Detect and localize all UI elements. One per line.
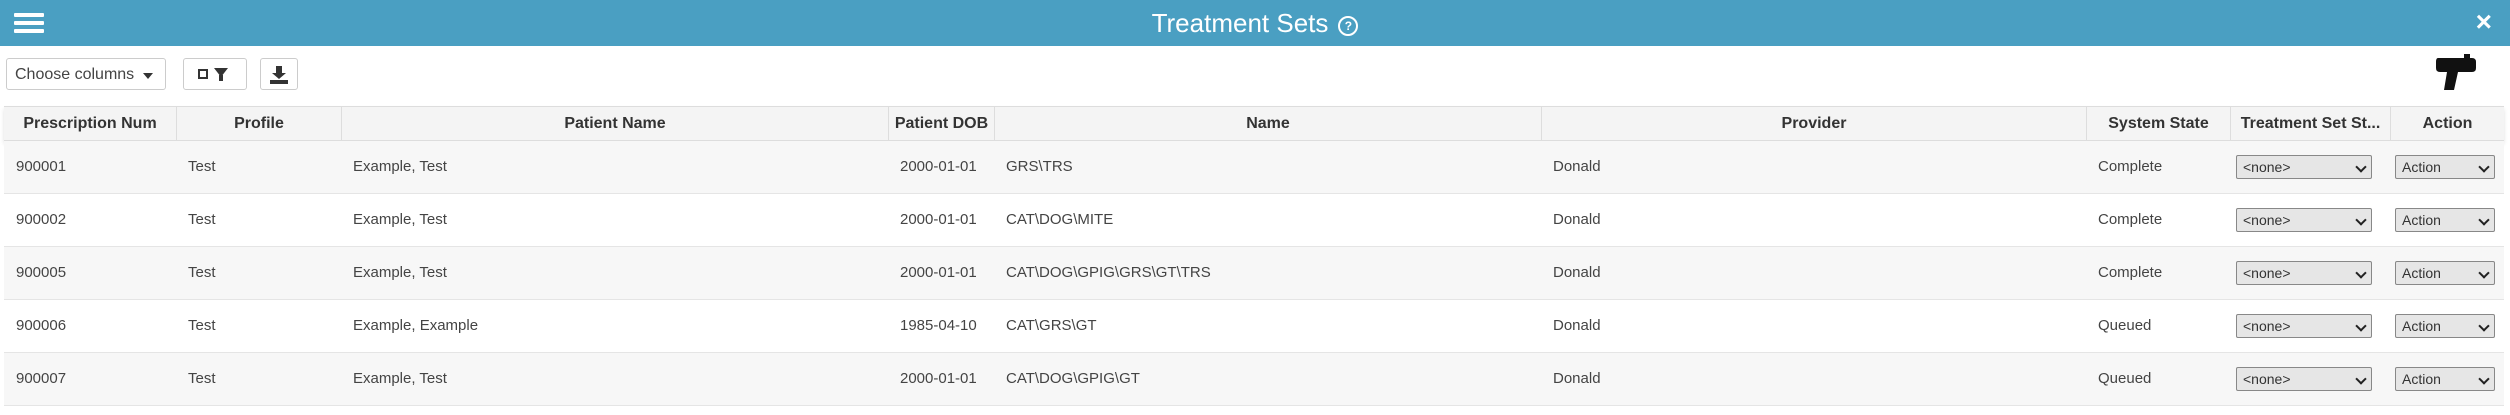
download-icon-arrowhead <box>272 73 286 79</box>
treatment-set-state-value: <none> <box>2243 212 2291 228</box>
cell-prescription-num: 900007 <box>16 370 67 387</box>
treatment-set-state-value: <none> <box>2243 159 2291 175</box>
treatment-set-state-value: <none> <box>2243 265 2291 281</box>
column-header-treatment-set-state[interactable]: Treatment Set St... <box>2230 107 2390 140</box>
cell-patient-dob: 2000-01-01 <box>900 211 977 228</box>
cell-prescription-num: 900001 <box>16 158 67 175</box>
column-header-prescription-num[interactable]: Prescription Num <box>4 107 176 140</box>
cell-prescription-num: 900006 <box>16 317 67 334</box>
action-select[interactable]: Action <box>2395 314 2495 338</box>
cell-provider: Donald <box>1553 370 1601 387</box>
cell-name: CAT\GRS\GT <box>1006 317 1097 334</box>
download-icon-tray <box>270 80 288 84</box>
column-header-provider[interactable]: Provider <box>1541 107 2086 140</box>
grid-body: 900001 Test Example, Test 2000-01-01 GRS\TRS… <box>4 141 2504 406</box>
cell-profile: Test <box>188 264 216 281</box>
cell-name: GRS\TRS <box>1006 158 1073 175</box>
cell-provider: Donald <box>1553 158 1601 175</box>
filter-toggle-button[interactable] <box>183 58 247 90</box>
chevron-down-icon <box>2478 373 2490 385</box>
caret-down-icon <box>143 73 153 79</box>
cell-patient-dob: 2000-01-01 <box>900 370 977 387</box>
barcode-scanner-icon[interactable] <box>2434 50 2478 96</box>
table-row[interactable]: 900002 Test Example, Test 2000-01-01 CAT\DOG… <box>4 194 2504 247</box>
chevron-down-icon <box>2355 214 2367 226</box>
chevron-down-icon <box>2478 214 2490 226</box>
cell-profile: Test <box>188 370 216 387</box>
column-header-system-state[interactable]: System State <box>2086 107 2230 140</box>
toolbar: Choose columns <box>0 46 2510 106</box>
cell-system-state: Complete <box>2098 264 2163 281</box>
treatment-set-state-select[interactable]: <none> <box>2236 208 2372 232</box>
chevron-down-icon <box>2355 373 2367 385</box>
action-select[interactable]: Action <box>2395 261 2495 285</box>
cell-profile: Test <box>188 211 216 228</box>
treatment-set-state-select[interactable]: <none> <box>2236 155 2372 179</box>
cell-patient-name: Example, Test <box>353 158 447 175</box>
treatment-set-state-select[interactable]: <none> <box>2236 261 2372 285</box>
action-select-value: Action <box>2402 159 2441 175</box>
treatment-sets-grid: Prescription Num Profile Patient Name Pa… <box>4 106 2504 406</box>
cell-patient-name: Example, Example <box>353 317 479 334</box>
chevron-down-icon <box>2478 267 2490 279</box>
treatment-set-state-select[interactable]: <none> <box>2236 314 2372 338</box>
cell-prescription-num: 900005 <box>16 264 67 281</box>
cell-prescription-num: 900002 <box>16 211 67 228</box>
download-button[interactable] <box>260 58 298 90</box>
cell-patient-name: Example, Test <box>353 370 447 387</box>
cell-patient-dob: 1985-04-10 <box>900 317 977 334</box>
choose-columns-dropdown[interactable]: Choose columns <box>6 58 166 90</box>
action-select-value: Action <box>2402 265 2441 281</box>
action-select-value: Action <box>2402 371 2441 387</box>
treatment-set-state-value: <none> <box>2243 371 2291 387</box>
action-select[interactable]: Action <box>2395 208 2495 232</box>
table-row[interactable]: 900005 Test Example, Test 2000-01-01 CAT\DOG… <box>4 247 2504 300</box>
cell-system-state: Complete <box>2098 211 2163 228</box>
treatment-set-state-value: <none> <box>2243 318 2291 334</box>
table-row[interactable]: 900001 Test Example, Test 2000-01-01 GRS\TRS… <box>4 141 2504 194</box>
cell-name: CAT\DOG\MITE <box>1006 211 1114 228</box>
filter-icon-stem <box>219 75 223 81</box>
cell-patient-name: Example, Test <box>353 211 447 228</box>
column-header-patient-dob[interactable]: Patient DOB <box>888 107 994 140</box>
column-header-patient-name[interactable]: Patient Name <box>341 107 888 140</box>
action-select-value: Action <box>2402 318 2441 334</box>
title-bar: Treatment Sets? × <box>0 0 2510 46</box>
page-title: Treatment Sets <box>1151 8 1329 38</box>
cell-patient-dob: 2000-01-01 <box>900 264 977 281</box>
cell-profile: Test <box>188 158 216 175</box>
cell-patient-dob: 2000-01-01 <box>900 158 977 175</box>
checkbox-square-icon <box>198 69 208 79</box>
action-select[interactable]: Action <box>2395 367 2495 391</box>
cell-provider: Donald <box>1553 264 1601 281</box>
cell-provider: Donald <box>1553 317 1601 334</box>
chevron-down-icon <box>2478 320 2490 332</box>
chevron-down-icon <box>2355 161 2367 173</box>
grid-header-row: Prescription Num Profile Patient Name Pa… <box>4 106 2504 141</box>
action-select-value: Action <box>2402 212 2441 228</box>
title-wrap: Treatment Sets? <box>0 0 2510 46</box>
column-header-name[interactable]: Name <box>994 107 1541 140</box>
chevron-down-icon <box>2355 320 2367 332</box>
cell-provider: Donald <box>1553 211 1601 228</box>
choose-columns-label: Choose columns <box>15 66 135 83</box>
action-select[interactable]: Action <box>2395 155 2495 179</box>
chevron-down-icon <box>2355 267 2367 279</box>
close-icon[interactable]: × <box>2476 6 2492 38</box>
help-icon[interactable]: ? <box>1338 15 1359 36</box>
column-header-action[interactable]: Action <box>2390 107 2504 140</box>
table-row[interactable]: 900007 Test Example, Test 2000-01-01 CAT\DOG… <box>4 353 2504 406</box>
column-header-profile[interactable]: Profile <box>176 107 341 140</box>
chevron-down-icon <box>2478 161 2490 173</box>
cell-system-state: Queued <box>2098 370 2152 387</box>
cell-system-state: Queued <box>2098 317 2152 334</box>
cell-name: CAT\DOG\GPIG\GRS\GT\TRS <box>1006 264 1211 281</box>
cell-name: CAT\DOG\GPIG\GT <box>1006 370 1140 387</box>
cell-profile: Test <box>188 317 216 334</box>
table-row[interactable]: 900006 Test Example, Example 1985-04-10 CAT\… <box>4 300 2504 353</box>
cell-system-state: Complete <box>2098 158 2163 175</box>
cell-patient-name: Example, Test <box>353 264 447 281</box>
treatment-set-state-select[interactable]: <none> <box>2236 367 2372 391</box>
